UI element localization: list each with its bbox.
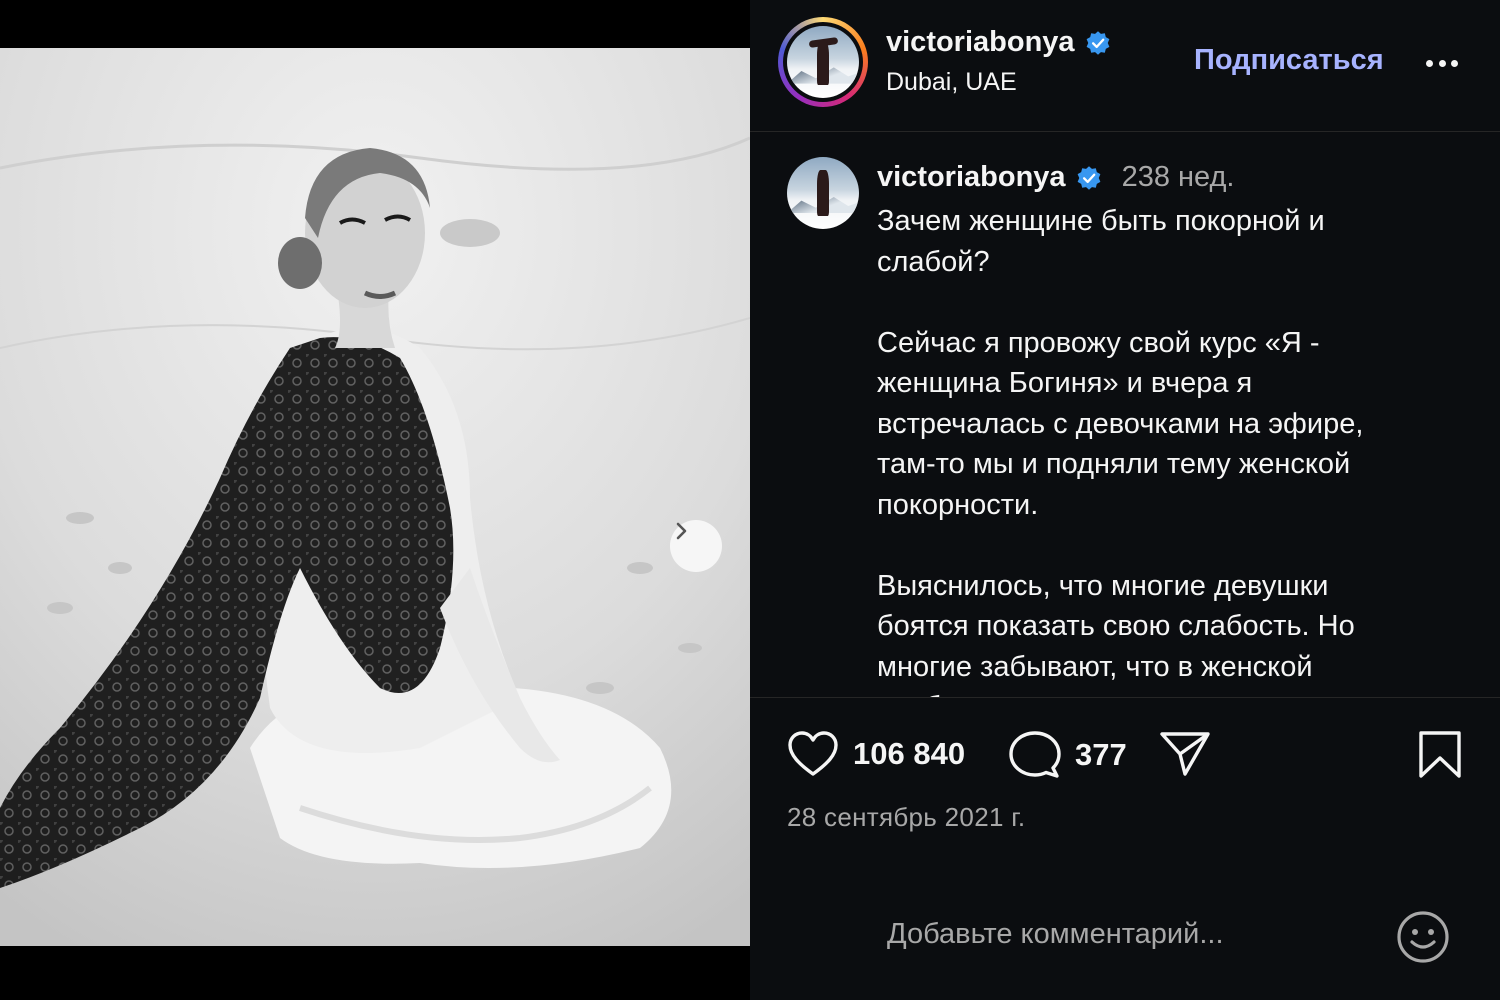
- post-header: victoriabonya Dubai, UAE Подписаться: [750, 0, 1500, 132]
- chevron-right-icon: [676, 522, 687, 540]
- comment-action: 377: [1009, 730, 1127, 780]
- comment-icon[interactable]: [1009, 730, 1061, 780]
- comment-count[interactable]: 377: [1075, 737, 1127, 773]
- photo-illustration: [0, 48, 750, 946]
- verified-badge-icon: [1077, 165, 1100, 190]
- caption-timestamp[interactable]: 238 нед.: [1122, 161, 1235, 194]
- more-options-button[interactable]: [1422, 48, 1462, 78]
- post-photo[interactable]: [0, 48, 750, 946]
- follow-button[interactable]: Подписаться: [1194, 44, 1384, 77]
- divider: [750, 697, 1500, 698]
- like-action: 106 840: [787, 730, 965, 778]
- carousel-next-button[interactable]: [670, 520, 722, 572]
- comment-input[interactable]: Добавьте комментарий...: [887, 918, 1224, 951]
- action-bar: 106 840 377: [787, 730, 1467, 790]
- caption-username[interactable]: victoriabonya: [877, 161, 1066, 194]
- more-dots-icon: [1426, 59, 1433, 67]
- caption-header: victoriabonya 238 нед.: [877, 161, 1235, 194]
- author-username[interactable]: victoriabonya: [886, 26, 1075, 59]
- caption-avatar[interactable]: [787, 157, 859, 229]
- post-panel: victoriabonya Dubai, UAE Подписаться vic…: [750, 0, 1500, 1000]
- caption-text: Зачем женщине быть покорной и слабой? Се…: [877, 205, 1364, 698]
- like-count[interactable]: 106 840: [853, 736, 965, 772]
- post-media: [0, 0, 750, 1000]
- author-username-row[interactable]: victoriabonya: [886, 26, 1111, 59]
- verified-badge-icon: [1086, 30, 1109, 55]
- share-icon[interactable]: [1159, 730, 1211, 778]
- save-action: [1417, 730, 1463, 780]
- post-date[interactable]: 28 сентябрь 2021 г.: [787, 802, 1025, 833]
- share-action: [1159, 730, 1211, 778]
- emoji-icon[interactable]: [1396, 910, 1450, 964]
- bookmark-icon[interactable]: [1417, 730, 1463, 780]
- heart-icon[interactable]: [787, 730, 839, 778]
- post-location[interactable]: Dubai, UAE: [886, 68, 1017, 97]
- comment-box: Добавьте комментарий...: [750, 880, 1500, 1000]
- post-caption: victoriabonya 238 нед. Зачем женщине быт…: [750, 133, 1500, 698]
- author-avatar[interactable]: [778, 17, 868, 107]
